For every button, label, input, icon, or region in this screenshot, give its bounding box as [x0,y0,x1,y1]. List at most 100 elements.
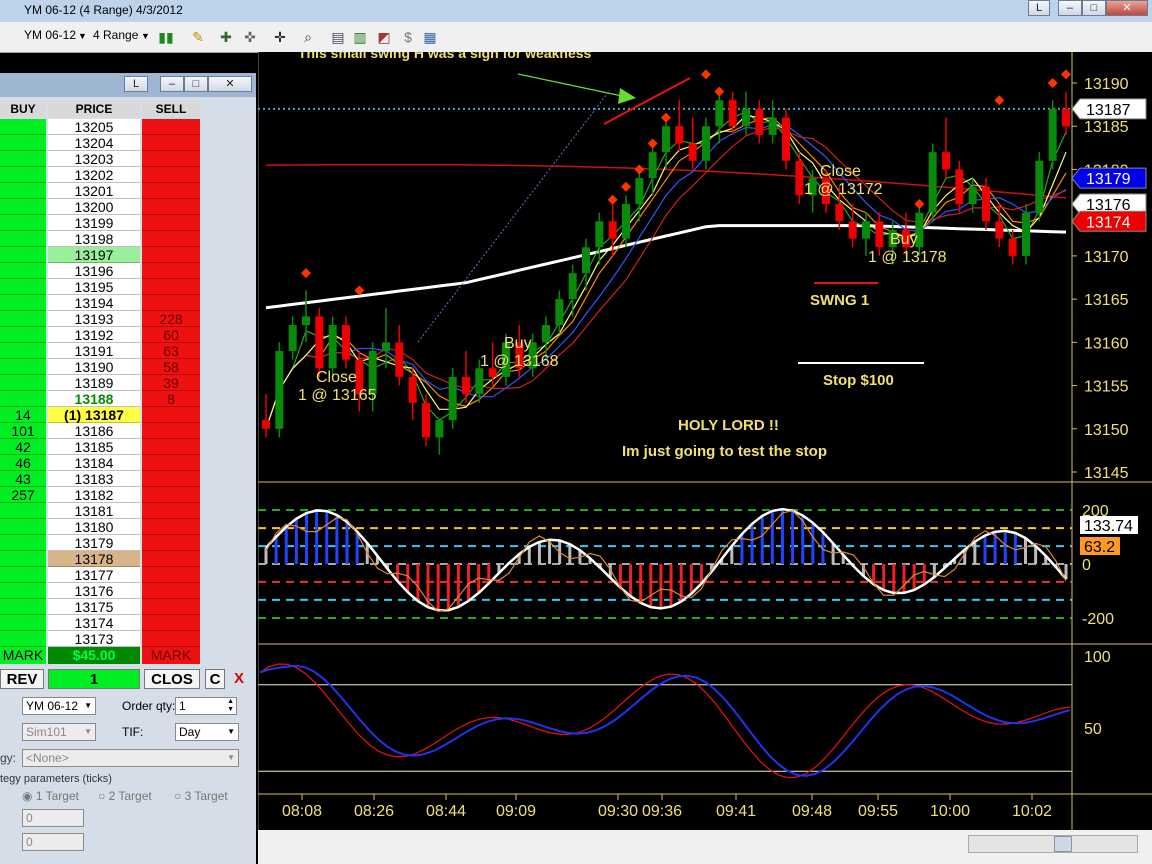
sell-cell[interactable] [142,423,200,439]
sell-cell[interactable] [142,119,200,135]
dom-close-button[interactable]: ✕ [208,76,252,92]
sell-cell[interactable] [142,487,200,503]
buy-cell[interactable] [0,215,46,231]
scrollbar-thumb[interactable] [1054,836,1072,852]
price-chart[interactable]: 1319013185131801317613170131651316013155… [258,52,1152,830]
buy-cell[interactable] [0,391,46,407]
buy-cell[interactable] [0,231,46,247]
sell-cell[interactable] [142,599,200,615]
strategy-icon[interactable]: ▥ [352,29,368,45]
price-cell[interactable]: (1) 13187 [48,407,140,423]
buy-cell[interactable] [0,279,46,295]
lock-button[interactable]: L [1028,0,1050,16]
instrument-combo[interactable]: YM 06-12 ▼ [22,697,96,715]
buy-cell[interactable] [0,199,46,215]
buy-cell[interactable] [0,327,46,343]
sell-cell[interactable] [142,455,200,471]
price-cell[interactable]: 13175 [48,599,140,615]
bars-icon[interactable]: ▮▮ [158,29,174,45]
radio-2-target[interactable]: ○ 2 Target [98,789,152,803]
buy-cell[interactable] [0,167,46,183]
sell-cell[interactable] [142,471,200,487]
sell-cell[interactable]: 58 [142,359,200,375]
minimize-button[interactable]: – [1058,0,1082,16]
buy-cell[interactable] [0,343,46,359]
chevron-down-icon[interactable]: ▼ [141,31,150,41]
price-cell[interactable]: 13193 [48,311,140,327]
sell-cell[interactable] [142,503,200,519]
sell-cell[interactable] [142,167,200,183]
buy-cell[interactable] [0,183,46,199]
dom-lock-button[interactable]: L [124,76,148,92]
price-cell[interactable]: 13182 [48,487,140,503]
buy-cell[interactable] [0,519,46,535]
buy-cell[interactable] [0,311,46,327]
template-icon[interactable]: ▦ [422,29,438,45]
price-cell[interactable]: 13202 [48,167,140,183]
price-cell[interactable]: 13190 [48,359,140,375]
sell-cell[interactable]: 63 [142,343,200,359]
buy-cell[interactable] [0,599,46,615]
buy-cell[interactable] [0,551,46,567]
price-cell[interactable]: 13200 [48,199,140,215]
price-cell[interactable]: 13192 [48,327,140,343]
buy-cell[interactable] [0,567,46,583]
sell-cell[interactable] [142,183,200,199]
strategy-combo[interactable]: <None> ▼ [22,749,239,767]
sell-cell[interactable]: 228 [142,311,200,327]
price-cell[interactable]: 13181 [48,503,140,519]
sell-cell[interactable] [142,215,200,231]
buy-cell[interactable] [0,535,46,551]
price-cell[interactable]: 13178 [48,551,140,567]
close-button[interactable]: ✕ [1106,0,1148,16]
sell-market-button[interactable]: MARK [142,647,200,664]
sell-cell[interactable] [142,263,200,279]
price-cell[interactable]: 13205 [48,119,140,135]
price-cell[interactable]: 13185 [48,439,140,455]
radio-3-target[interactable]: ○ 3 Target [174,789,228,803]
price-cell[interactable]: 13197 [48,247,140,263]
price-cell[interactable]: 13191 [48,343,140,359]
sell-cell[interactable] [142,551,200,567]
reverse-button[interactable]: REV [0,669,44,689]
pnl-display[interactable]: $45.00 [48,647,140,664]
buy-cell[interactable] [0,119,46,135]
price-cell[interactable]: 13183 [48,471,140,487]
price-cell[interactable]: 13179 [48,535,140,551]
sell-cell[interactable] [142,567,200,583]
price-cell[interactable]: 13176 [48,583,140,599]
sell-cell[interactable] [142,247,200,263]
price-cell[interactable]: 13194 [48,295,140,311]
price-cell[interactable]: 13199 [48,215,140,231]
close-x-icon[interactable]: X [230,669,248,689]
price-cell[interactable]: 13180 [48,519,140,535]
sell-cell[interactable] [142,199,200,215]
buy-cell[interactable]: 101 [0,423,46,439]
buy-cell[interactable]: 257 [0,487,46,503]
order-qty-stepper[interactable]: 1 ▲ ▼ [175,697,237,715]
sell-cell[interactable] [142,295,200,311]
dom-minimize-button[interactable]: – [160,76,184,92]
buy-cell[interactable]: 42 [0,439,46,455]
sell-cell[interactable] [142,439,200,455]
account-combo[interactable]: Sim101 ▼ [22,723,96,741]
sell-cell[interactable]: 39 [142,375,200,391]
buy-cell[interactable] [0,263,46,279]
buy-market-button[interactable]: MARK [0,647,46,664]
sell-cell[interactable] [142,151,200,167]
dom-maximize-button[interactable]: □ [184,76,208,92]
buy-cell[interactable] [0,615,46,631]
properties-icon[interactable]: ▤ [330,29,346,45]
maximize-button[interactable]: □ [1082,0,1106,16]
param-field-1[interactable]: 0 [22,809,84,827]
quantity-display[interactable]: 1 [48,669,140,689]
price-cell[interactable]: 13189 [48,375,140,391]
buy-cell[interactable]: 46 [0,455,46,471]
buy-cell[interactable] [0,135,46,151]
zoom-out-icon[interactable]: ✜ [242,29,258,45]
param-field-2[interactable]: 0 [22,833,84,851]
sell-cell[interactable] [142,407,200,423]
buy-cell[interactable] [0,295,46,311]
buy-cell[interactable] [0,247,46,263]
price-cell[interactable]: 13201 [48,183,140,199]
